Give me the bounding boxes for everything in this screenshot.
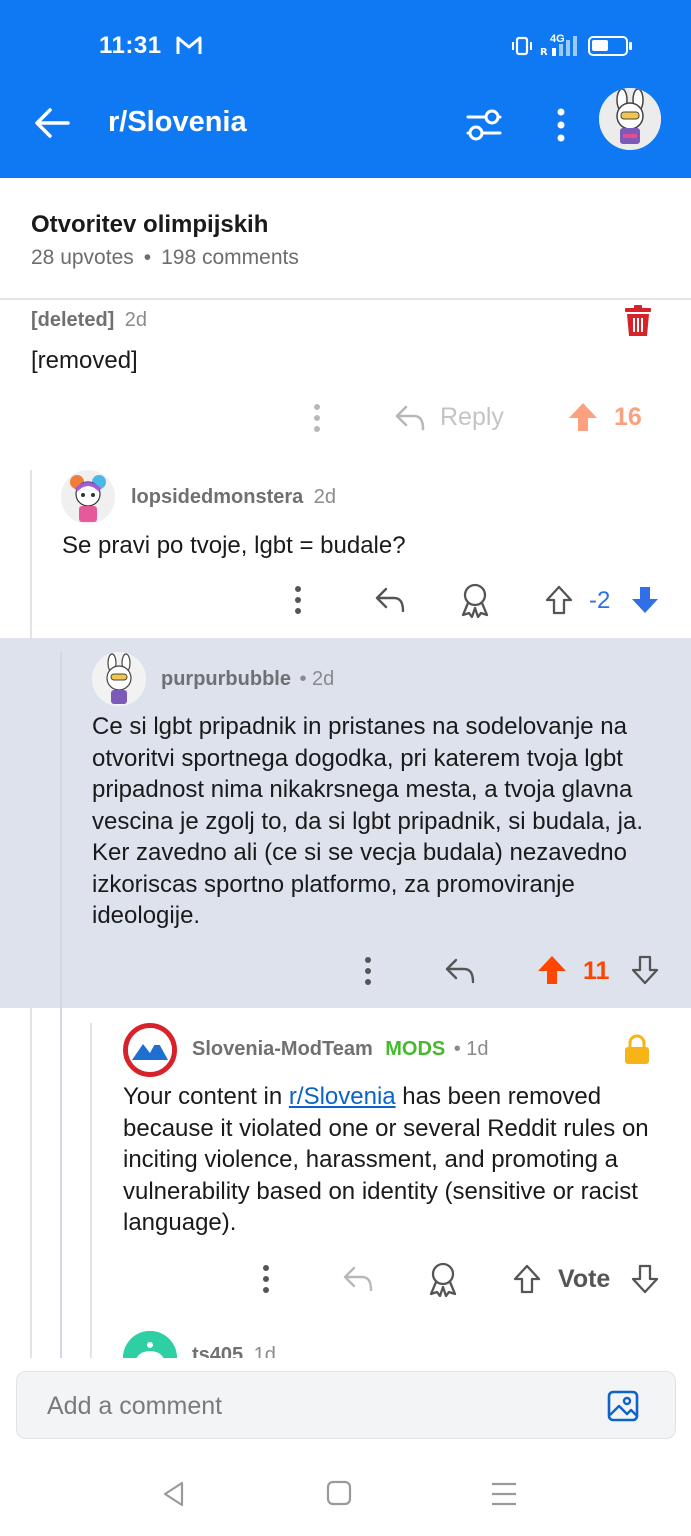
comment-placeholder: Add a comment (47, 1392, 223, 1420)
downvote-icon[interactable] (630, 584, 660, 616)
comment-age: 2d (313, 486, 336, 508)
signal-icon: R (540, 36, 577, 56)
comment-body: Your content in r/Slovenia has been remo… (123, 1081, 663, 1239)
comment-author[interactable]: Slovenia-ModTeam (192, 1038, 373, 1060)
nav-back-icon[interactable] (160, 1480, 188, 1508)
comment-author[interactable]: [deleted] (31, 309, 114, 331)
trash-icon (625, 305, 651, 336)
svg-text:R: R (540, 47, 548, 56)
image-upload-icon[interactable] (607, 1390, 639, 1422)
post-title[interactable]: Otvoritev olimpijskih (31, 211, 268, 239)
comment-score: 11 (583, 957, 610, 985)
avatar[interactable] (61, 470, 115, 524)
comment-input[interactable]: Add a comment (16, 1371, 676, 1439)
more-options-icon[interactable] (255, 1262, 277, 1296)
comment-age: • 1d (453, 1038, 489, 1060)
comment-body: Ce si lgbt pripadnik in pristanes na sod… (92, 713, 643, 929)
battery-icon (588, 36, 632, 56)
user-avatar[interactable] (599, 88, 661, 150)
system-nav-bar (0, 1448, 691, 1536)
comment-body: [removed] (31, 347, 138, 374)
reply-button[interactable]: Reply (440, 403, 504, 432)
rainbow-avatar-icon (61, 470, 115, 524)
comment-author[interactable]: lopsidedmonstera (131, 486, 303, 508)
more-options-icon[interactable] (546, 103, 576, 147)
comment-header: lopsidedmonstera 2d (131, 486, 336, 509)
avatar[interactable] (123, 1023, 177, 1077)
upvote-count: 28 upvotes (31, 246, 134, 269)
mods-badge: MODS (385, 1038, 446, 1060)
mountain-logo-icon (128, 1028, 172, 1072)
more-options-icon[interactable] (306, 401, 328, 435)
subreddit-link[interactable]: r/Slovenia (289, 1083, 396, 1110)
filter-icon[interactable] (462, 103, 506, 147)
upvote-icon[interactable] (544, 584, 574, 616)
back-arrow-icon[interactable] (30, 100, 76, 146)
bunny-avatar-icon (599, 88, 661, 150)
reply-icon[interactable] (374, 585, 406, 615)
upvote-icon[interactable] (536, 954, 568, 986)
post-header: Otvoritev olimpijskih 28 upvotes • 198 com… (0, 178, 691, 300)
reply-icon[interactable] (394, 403, 426, 433)
comment-age: 2d (124, 309, 148, 331)
reply-icon[interactable] (444, 956, 476, 986)
lock-icon (625, 1034, 649, 1064)
comment-count: 198 comments (161, 246, 299, 269)
award-icon[interactable] (458, 582, 492, 618)
vibrate-icon (512, 36, 532, 56)
comment-author[interactable]: purpurbubble (161, 668, 291, 690)
comment-header: Slovenia-ModTeam MODS • 1d (192, 1038, 489, 1061)
meta-separator: • (143, 246, 152, 269)
upvote-icon[interactable] (512, 1263, 542, 1295)
comment-text-part: Your content in (123, 1083, 289, 1110)
comment-score: -2 (589, 587, 611, 614)
comment-header: [deleted] 2d (31, 309, 147, 332)
thread-line[interactable] (90, 1023, 92, 1363)
more-options-icon[interactable] (357, 954, 379, 988)
reply-icon[interactable] (342, 1264, 374, 1294)
award-icon[interactable] (426, 1261, 460, 1297)
status-time: 11:31 (99, 32, 162, 59)
app-header: 11:31 4G R r/Slovenia (0, 0, 691, 178)
nav-home-icon[interactable] (326, 1480, 352, 1506)
avatar[interactable] (92, 652, 146, 706)
vote-label: Vote (558, 1265, 611, 1293)
downvote-icon[interactable] (630, 954, 660, 986)
post-meta: 28 upvotes • 198 comments (31, 246, 299, 270)
thread-line[interactable] (60, 652, 62, 1372)
downvote-icon[interactable] (630, 1263, 660, 1295)
comment-header: purpurbubble • 2d (161, 668, 334, 691)
comment-age: • 2d (299, 668, 335, 690)
upvote-icon[interactable] (567, 401, 599, 433)
more-options-icon[interactable] (287, 583, 309, 617)
comment-body: Se pravi po tvoje, lgbt = budale? (62, 532, 406, 559)
bunny-avatar-icon (92, 652, 146, 706)
comment-score: 16 (614, 403, 642, 431)
subreddit-title: r/Slovenia (108, 106, 247, 138)
nav-menu-icon[interactable] (490, 1481, 518, 1507)
gmail-icon (176, 36, 202, 54)
